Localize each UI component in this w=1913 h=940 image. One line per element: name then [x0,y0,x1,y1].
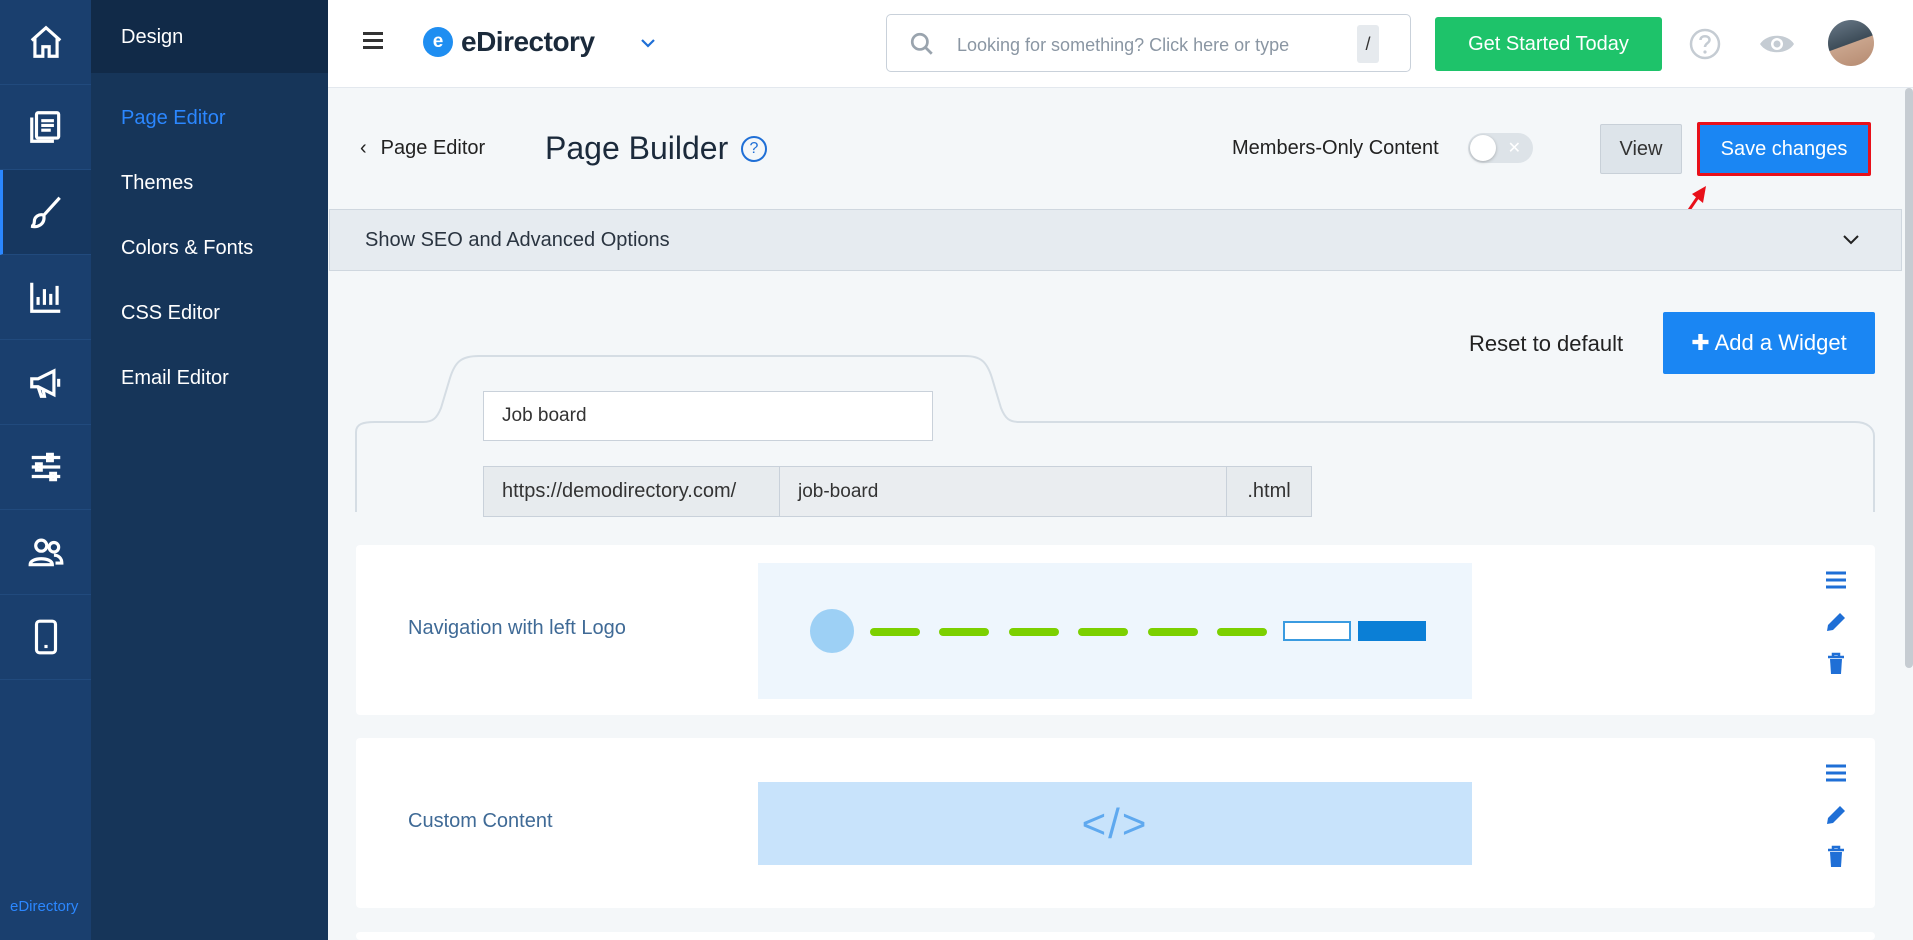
nav-button-placeholder [1283,621,1351,641]
subnav-item-css-editor[interactable]: CSS Editor [91,281,328,346]
back-link[interactable]: ‹ Page Editor [360,137,485,160]
megaphone-icon [29,368,60,398]
icon-rail: eDirectory [0,0,91,940]
nav-link-placeholder [1148,628,1198,636]
nav-link-placeholder [1009,628,1059,636]
home-icon [30,25,61,58]
seo-options-label: Show SEO and Advanced Options [365,228,670,251]
drag-handle-icon[interactable] [1823,567,1849,593]
rail-settings[interactable] [0,425,91,510]
app-logo[interactable]: e eDirectory [423,26,595,58]
save-changes-button[interactable]: Save changes [1697,122,1871,176]
members-only-toggle[interactable]: ✕ [1468,133,1533,163]
subnav-item-email-editor[interactable]: Email Editor [91,346,328,411]
chevron-down-icon [1843,235,1859,245]
users-icon [28,538,63,567]
custom-content-preview: </> [758,782,1472,865]
widget-card[interactable] [356,932,1875,940]
seo-options-toggle[interactable]: Show SEO and Advanced Options [329,209,1902,271]
logo-placeholder-icon [810,609,854,653]
nav-button-placeholder [1358,621,1426,641]
logo-text: eDirectory [461,26,595,57]
page-scrollbar[interactable] [1905,88,1913,668]
trash-icon[interactable] [1823,844,1849,870]
subnav-item-themes[interactable]: Themes [91,151,328,216]
back-link-label: Page Editor [380,137,486,159]
edit-icon[interactable] [1823,802,1849,828]
widget-controls [1823,760,1853,886]
top-bar: e eDirectory Looking for something? Clic… [328,0,1913,88]
toggle-off-icon: ✕ [1507,140,1521,157]
widget-controls [1823,567,1853,693]
page-title: Page Builder [545,130,729,166]
rail-promotions[interactable] [0,340,91,425]
search-placeholder: Looking for something? Click here or typ… [957,35,1290,55]
url-suffix: .html [1227,466,1312,517]
pages-icon [29,111,60,143]
url-prefix: https://demodirectory.com/ [483,466,780,517]
chevron-down-icon[interactable] [638,33,658,53]
members-only-label: Members-Only Content [1232,137,1439,159]
nav-link-placeholder [939,628,989,636]
search-input[interactable]: Looking for something? Click here or typ… [886,14,1411,72]
chart-icon [29,282,60,313]
search-icon [910,32,933,55]
nav-link-placeholder [870,628,920,636]
widget-card[interactable]: Navigation with left Logo [356,545,1875,715]
user-avatar[interactable] [1828,20,1874,66]
toggle-knob [1470,135,1496,161]
url-slug-input[interactable]: job-board [780,466,1227,517]
navigation-preview [758,563,1472,699]
chevron-left-icon: ‹ [360,137,367,159]
brush-icon [30,196,61,229]
view-button[interactable]: View [1600,124,1682,174]
mobile-icon [34,619,57,655]
page-name-input[interactable]: Job board [483,391,933,441]
widget-label: Custom Content [408,810,553,832]
get-started-button[interactable]: Get Started Today [1435,17,1662,71]
menu-icon[interactable] [363,32,383,50]
widget-label: Navigation with left Logo [408,617,626,639]
rail-reports[interactable] [0,255,91,340]
rail-home[interactable] [0,0,91,85]
drag-handle-icon[interactable] [1823,760,1849,786]
question-icon[interactable]: ? [741,136,767,162]
subnav-item-colors-fonts[interactable]: Colors & Fonts [91,216,328,281]
nav-link-placeholder [1078,628,1128,636]
eye-icon[interactable] [1758,27,1796,61]
rail-brand: eDirectory [10,898,79,915]
nav-link-placeholder [1217,628,1267,636]
help-icon[interactable] [1688,27,1722,61]
design-subnav: Design Page Editor Themes Colors & Fonts… [91,0,328,940]
sliders-icon [31,452,60,482]
trash-icon[interactable] [1823,651,1849,677]
rail-users[interactable] [0,510,91,595]
edit-icon[interactable] [1823,609,1849,635]
widget-card[interactable]: Custom Content </> [356,738,1875,908]
subnav-title: Design [91,0,328,73]
rail-design[interactable] [0,170,91,255]
rail-mobile[interactable] [0,595,91,680]
page-url-group: https://demodirectory.com/ job-board .ht… [483,466,1312,517]
logo-mark: e [423,27,453,57]
rail-pages[interactable] [0,85,91,170]
subnav-item-page-editor[interactable]: Page Editor [91,86,328,151]
search-shortcut-badge: / [1357,25,1379,63]
